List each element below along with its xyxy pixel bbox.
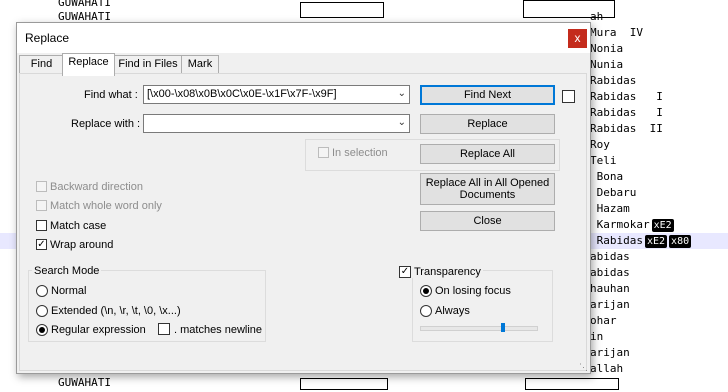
editor-line: Bona xyxy=(590,170,624,183)
match-whole-word-checkbox[interactable] xyxy=(36,200,47,211)
replace-all-opened-button[interactable]: Replace All in All Opened Documents xyxy=(420,173,555,205)
matches-newline-label: . matches newline xyxy=(174,324,263,336)
resize-grip-icon[interactable]: ⋱ xyxy=(579,362,589,372)
editor-line: in xyxy=(590,330,604,343)
transparency-slider[interactable] xyxy=(420,326,538,331)
tab-mark[interactable]: Mark xyxy=(181,55,219,75)
replace-dialog: Replace x Find Replace Find in Files Mar… xyxy=(16,22,591,374)
control-char-badge: xE2 xyxy=(644,235,668,248)
match-whole-word-label: Match whole word only xyxy=(50,200,162,212)
replace-with-input[interactable]: ⌄ xyxy=(143,114,410,133)
chevron-down-icon[interactable]: ⌄ xyxy=(398,117,406,128)
find-what-label: Find what : xyxy=(84,89,138,101)
close-icon[interactable]: x xyxy=(568,29,587,48)
always-label: Always xyxy=(435,305,470,317)
dialog-titlebar[interactable]: Replace x xyxy=(17,23,590,53)
replace-with-label: Replace with : xyxy=(71,118,141,130)
in-selection-label: In selection xyxy=(332,147,388,159)
close-button[interactable]: Close xyxy=(420,211,555,231)
transparency-label: Transparency xyxy=(412,266,483,278)
tab-label: Replace xyxy=(68,56,109,68)
editor-line: Rabidas II xyxy=(590,122,663,135)
tab-label: Mark xyxy=(187,58,213,70)
tab-find-in-files[interactable]: Find in Files xyxy=(113,55,183,75)
editor-line: abidas xyxy=(590,266,630,279)
editor-line: Rabidas I xyxy=(590,106,663,119)
extended-label: Extended (\n, \r, \t, \0, \x...) xyxy=(51,305,181,317)
regex-label: Regular expression xyxy=(51,324,146,336)
tab-replace[interactable]: Replace xyxy=(62,53,115,76)
editor-line: abidas xyxy=(590,250,630,263)
extended-radio[interactable] xyxy=(36,305,48,317)
backward-direction-label: Backward direction xyxy=(50,181,143,193)
search-mode-title: Search Mode xyxy=(32,265,102,277)
transparency-slider-thumb[interactable] xyxy=(501,323,505,332)
find-what-input[interactable]: [\x00-\x08\x0B\x0C\x0E-\x1F\x7F-\x9F] ⌄ xyxy=(143,85,410,104)
editor-line: arijan xyxy=(590,298,630,311)
on-losing-focus-radio[interactable] xyxy=(420,285,432,297)
editor-line: Teli xyxy=(590,154,617,167)
dialog-title: Replace xyxy=(25,31,70,45)
regex-radio[interactable] xyxy=(36,324,48,336)
editor-cell xyxy=(525,378,619,390)
tab-label: Find xyxy=(30,58,53,70)
match-case-label: Match case xyxy=(50,220,107,232)
transparency-group xyxy=(412,270,553,342)
editor-line: Nunia xyxy=(590,58,624,71)
editor-line: Rabidas I xyxy=(590,90,663,103)
editor-line: Rabidas xyxy=(590,74,637,87)
control-char-badge: xE2 xyxy=(651,219,674,232)
editor-line: Hazam xyxy=(590,202,630,215)
find-what-value: [\x00-\x08\x0B\x0C\x0E-\x1F\x7F-\x9F] xyxy=(147,88,337,100)
editor-line: Nonia xyxy=(590,42,624,55)
find-next-button[interactable]: Find Next xyxy=(420,85,555,105)
editor-cell xyxy=(300,2,384,18)
transparency-checkbox[interactable]: ✓ xyxy=(399,266,411,278)
editor-cell xyxy=(300,378,388,390)
editor-line: Karmokar xE2 xyxy=(590,218,674,232)
replace-button[interactable]: Replace xyxy=(420,114,555,134)
match-case-checkbox[interactable] xyxy=(36,220,47,231)
wrap-around-label: Wrap around xyxy=(50,239,114,251)
editor-line: Roy xyxy=(590,138,610,151)
find-next-option-checkbox[interactable] xyxy=(562,90,575,103)
editor-line: Mura IV xyxy=(590,26,643,39)
tab-find[interactable]: Find xyxy=(19,55,64,75)
control-char-badge: x80 xyxy=(669,235,692,248)
on-losing-focus-label: On losing focus xyxy=(435,285,511,297)
chevron-down-icon[interactable]: ⌄ xyxy=(398,88,406,99)
editor-line: ohar xyxy=(590,314,617,327)
editor-line: allah xyxy=(590,362,624,375)
tab-label: Find in Files xyxy=(118,58,178,70)
normal-label: Normal xyxy=(51,285,87,297)
normal-radio[interactable] xyxy=(36,285,48,297)
wrap-around-checkbox[interactable]: ✓ xyxy=(36,239,47,250)
editor-line: GUWAHATI xyxy=(58,376,111,389)
editor-line: hauhan xyxy=(590,282,630,295)
editor-line: ah xyxy=(590,10,604,23)
editor-line: arijan xyxy=(590,346,630,359)
replace-all-button[interactable]: Replace All xyxy=(420,144,555,164)
in-selection-checkbox[interactable] xyxy=(318,147,329,158)
matches-newline-checkbox[interactable] xyxy=(158,323,170,335)
always-radio[interactable] xyxy=(420,305,432,317)
editor-line: Debaru xyxy=(590,186,637,199)
backward-direction-checkbox[interactable] xyxy=(36,181,47,192)
editor-line: Rabidas xE2 x80 xyxy=(590,234,692,248)
replace-all-opened-label: Replace All in All Opened Documents xyxy=(425,177,550,201)
